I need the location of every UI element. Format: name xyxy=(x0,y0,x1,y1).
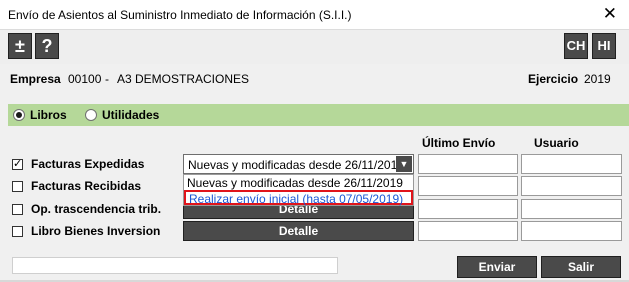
row-label: Libro Bienes Inversion xyxy=(31,224,161,238)
ejercicio-label: Ejercicio xyxy=(528,72,579,86)
ultimo-envio-field[interactable] xyxy=(418,176,518,196)
empresa-name: A3 DEMOSTRACIONES xyxy=(117,72,250,86)
usuario-field[interactable] xyxy=(521,199,622,219)
ultimo-envio-field[interactable] xyxy=(418,154,518,174)
envio-mode-dropdown: Nuevas y modificadas desde 26/11/2019 Re… xyxy=(183,174,414,206)
usuario-field[interactable] xyxy=(521,154,622,174)
hi-button[interactable]: HI xyxy=(592,33,616,59)
dropdown-option[interactable]: Nuevas y modificadas desde 26/11/2019 xyxy=(184,176,413,191)
tab-bar: Libros Utilidades xyxy=(8,104,629,126)
usuario-field[interactable] xyxy=(521,176,622,196)
status-field xyxy=(12,257,338,274)
envio-mode-select[interactable]: Nuevas y modificadas desde 26/11/2019 ▼ xyxy=(183,154,414,174)
window-title: Envío de Asientos al Suministro Inmediat… xyxy=(8,8,352,22)
ch-button[interactable]: CH xyxy=(564,33,588,59)
chevron-down-icon[interactable]: ▼ xyxy=(396,156,412,172)
radio-selected-icon xyxy=(13,109,25,121)
row-label: Op. trascendencia trib. xyxy=(31,202,162,216)
usuario-field[interactable] xyxy=(521,221,622,241)
detalle-button[interactable]: Detalle xyxy=(183,221,414,241)
row-facturas-recibidas[interactable]: Facturas Recibidas xyxy=(12,179,141,193)
close-icon[interactable]: ✕ xyxy=(603,4,617,24)
row-facturas-expedidas[interactable]: ✓ Facturas Expedidas xyxy=(12,157,144,171)
enviar-button[interactable]: Enviar xyxy=(457,256,537,278)
radio-unselected-icon xyxy=(85,109,97,121)
expand-collapse-button[interactable]: ± xyxy=(8,33,32,59)
row-op-trascendencia[interactable]: Op. trascendencia trib. xyxy=(12,202,161,216)
checkbox-icon[interactable] xyxy=(12,180,23,192)
checkbox-icon[interactable] xyxy=(12,203,23,215)
ejercicio-value: 2019 xyxy=(584,72,611,86)
empresa-code: 00100 xyxy=(68,72,102,86)
checkbox-icon[interactable] xyxy=(12,225,23,237)
column-header-usuario: Usuario xyxy=(534,136,579,150)
column-header-ultimo-envio: Último Envío xyxy=(422,136,496,150)
row-label: Facturas Expedidas xyxy=(31,157,145,171)
salir-button[interactable]: Salir xyxy=(541,256,621,278)
row-label: Facturas Recibidas xyxy=(31,179,142,193)
toolbar: ± ? CH HI xyxy=(0,30,629,64)
tab-utilidades-label: Utilidades xyxy=(102,108,160,122)
ultimo-envio-field[interactable] xyxy=(418,199,518,219)
ultimo-envio-field[interactable] xyxy=(418,221,518,241)
tab-libros-label: Libros xyxy=(30,108,67,122)
select-value: Nuevas y modificadas desde 26/11/2019 xyxy=(188,158,404,172)
row-libro-bienes-inversion[interactable]: Libro Bienes Inversion xyxy=(12,224,160,238)
help-button[interactable]: ? xyxy=(35,33,59,59)
empresa-separator: - xyxy=(105,72,109,86)
empresa-label: Empresa xyxy=(10,72,61,86)
title-bar: Envío de Asientos al Suministro Inmediat… xyxy=(0,0,629,30)
dropdown-option-highlighted[interactable]: Realizar envío inicial (hasta 07/05/2019… xyxy=(184,190,413,206)
tab-utilidades[interactable]: Utilidades xyxy=(85,108,159,122)
checkbox-checked-icon[interactable]: ✓ xyxy=(12,158,23,170)
tab-libros[interactable]: Libros xyxy=(13,108,67,122)
